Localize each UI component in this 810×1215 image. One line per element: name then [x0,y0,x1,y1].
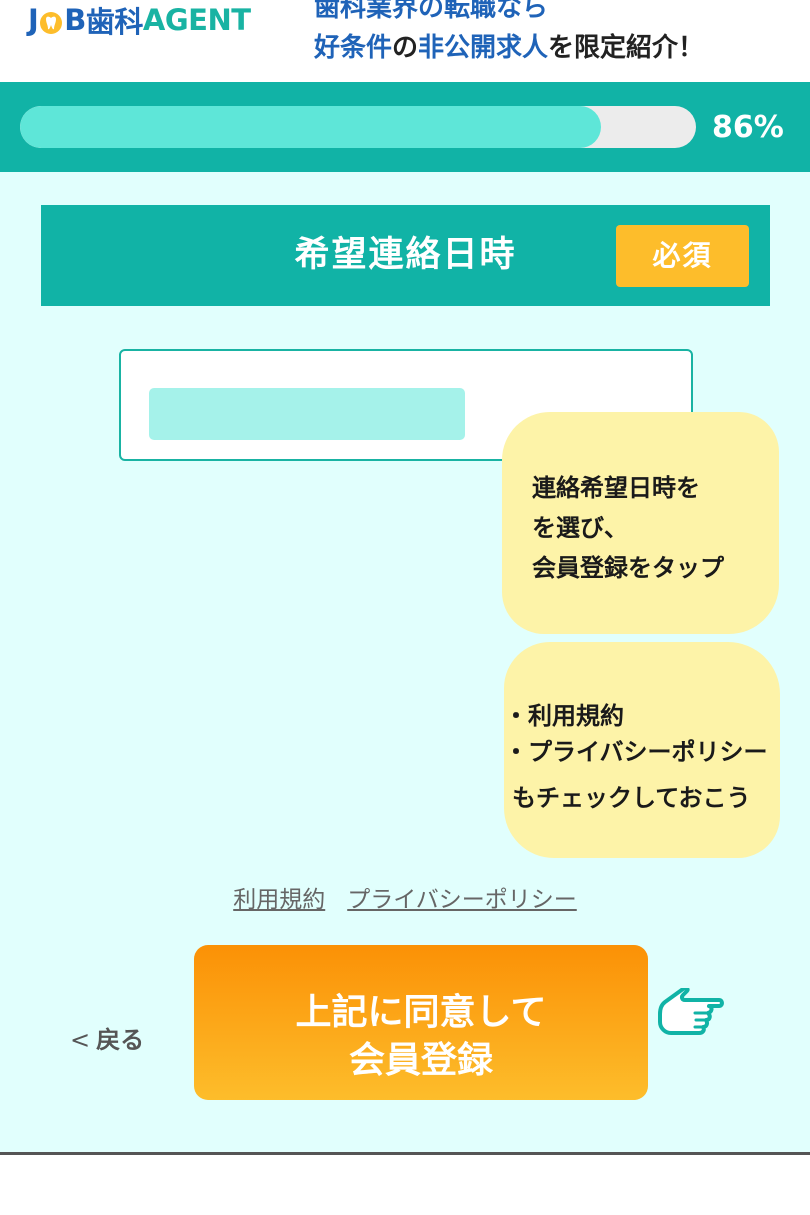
hint-note-policy: ・利用規約 ・プライバシーポリシー もチェックしておこう [504,642,780,858]
header: J B 歯科 AGENT 歯科業界の転職なら 好条件の非公開求人を限定紹介！ [0,0,810,82]
policy-links: 利用規約 プライバシーポリシー [0,880,810,914]
hint-note-line: を選び、 [532,514,628,542]
terms-link[interactable]: 利用規約 [233,887,325,913]
submit-line2: 会員登録 [348,1040,493,1081]
progress-bar-fill [20,106,602,148]
required-badge: 必須 [616,225,749,287]
progress-bar [20,106,696,148]
tooth-icon [39,8,63,34]
pointing-hand-icon [655,986,725,1038]
tagline-line2: 好条件の非公開求人を限定紹介！ [314,28,704,68]
progress-band: 86% [0,82,810,172]
tagline-private-jobs: 非公開求人 [418,33,549,63]
footer [0,1155,810,1215]
contact-datetime-value [149,388,465,440]
hint-note-line: 連絡希望日時を [532,474,700,502]
tagline: 歯科業界の転職なら 好条件の非公開求人を限定紹介！ [314,0,704,68]
logo-shika: 歯科 [85,5,144,39]
chevron-left-icon: < [70,1026,91,1054]
logo[interactable]: J B 歯科 AGENT [28,2,251,39]
back-label: 戻る [96,1026,145,1054]
hint-note-line: ・プライバシーポリシー [504,738,768,766]
hint-note-line: ・利用規約 [504,702,624,730]
hint-note-select: 連絡希望日時を を選び、 会員登録をタップ [502,412,779,634]
section-header: 希望連絡日時 必須 [41,205,770,306]
progress-percent: 86% [712,110,784,145]
back-link[interactable]: < 戻る [70,1020,144,1055]
privacy-policy-link[interactable]: プライバシーポリシー [347,887,577,913]
hint-note-line: 会員登録をタップ [532,554,724,582]
hint-note-line: もチェックしておこう [512,784,751,812]
tagline-good-terms: 好条件 [314,33,393,63]
tagline-line1: 歯科業界の転職なら [314,0,549,23]
logo-b: B [64,3,86,37]
agree-and-register-button[interactable]: 上記に同意して 会員登録 [194,945,648,1100]
tagline-limited: を限定紹介！ [548,33,705,63]
logo-j: J [28,3,39,37]
submit-line1: 上記に同意して [295,992,547,1033]
tagline-no: の [392,33,419,63]
logo-agent: AGENT [142,3,251,37]
form-area: 希望連絡日時 必須 連絡希望日時を を選び、 会員登録をタップ ・利用規約 ・プ… [0,172,810,1152]
